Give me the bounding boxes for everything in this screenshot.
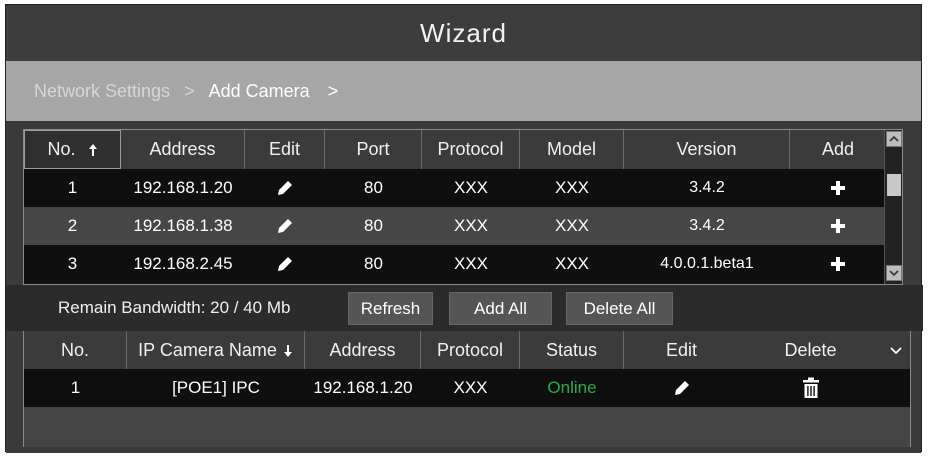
cell-model: XXX (554, 178, 590, 197)
add-camera-panel: No. Address Edit Port Protocol Model Ver… (6, 121, 923, 453)
col-header-edit: Edit (665, 340, 698, 360)
col-header-edit: Edit (245, 130, 325, 169)
breadcrumb-next-separator[interactable]: > (328, 81, 339, 102)
cell-protocol: XXX (453, 254, 489, 273)
scroll-down-icon[interactable] (886, 265, 902, 281)
arrow-up-icon (88, 143, 97, 156)
table-row[interactable]: 2 192.168.1.38 80 XXX XXX 3.4.2 (24, 207, 886, 245)
cell-ip-camera-name: [POE1] IPC (172, 378, 260, 397)
arrow-down-icon (283, 344, 292, 357)
plus-icon[interactable] (790, 207, 886, 245)
cell-protocol: XXX (453, 378, 488, 397)
pencil-icon[interactable] (245, 245, 325, 283)
added-table-header: No. IP Camera Name Address Protocol Stat… (24, 331, 910, 370)
cell-address: 192.168.1.20 (133, 178, 233, 197)
cell-port: 80 (364, 178, 383, 197)
pencil-icon[interactable] (624, 369, 739, 407)
cell-version: 4.0.0.1.beta1 (660, 255, 754, 272)
table-row[interactable]: 1 192.168.1.20 80 XXX XXX 3.4.2 (24, 169, 886, 207)
cell-protocol: XXX (453, 216, 489, 235)
scrollbar-thumb[interactable] (887, 174, 901, 196)
col-header-port[interactable]: Port (325, 130, 422, 169)
cell-port: 80 (364, 254, 383, 273)
col-header-version[interactable]: Version (624, 130, 790, 169)
remain-bandwidth-label: Remain Bandwidth: 20 / 40 Mb (58, 298, 291, 317)
action-bar: Remain Bandwidth: 20 / 40 Mb Refresh Add… (6, 285, 923, 331)
col-header-status[interactable]: Status (520, 331, 624, 370)
cell-protocol: XXX (453, 178, 489, 197)
chevron-down-icon[interactable] (882, 331, 910, 370)
add-all-button[interactable]: Add All (449, 292, 552, 325)
cell-model: XXX (554, 254, 590, 273)
col-header-protocol[interactable]: Protocol (422, 130, 520, 169)
breadcrumb-add-camera[interactable]: Add Camera (209, 81, 310, 102)
col-header-no-label: No. (47, 139, 76, 159)
cell-no: 1 (70, 378, 81, 397)
col-header-protocol[interactable]: Protocol (421, 331, 520, 370)
pencil-icon[interactable] (245, 169, 325, 207)
cell-no: 3 (67, 254, 78, 273)
search-result-table: No. Address Edit Port Protocol Model Ver… (23, 129, 903, 285)
search-table-header: No. Address Edit Port Protocol Model Ver… (24, 130, 886, 169)
window-title: Wizard (420, 17, 507, 48)
plus-icon[interactable] (790, 169, 886, 207)
col-header-ip-camera-name-label: IP Camera Name (138, 340, 277, 360)
col-header-no[interactable]: No. (24, 130, 121, 169)
cell-address: 192.168.2.45 (133, 254, 233, 273)
col-header-address[interactable]: Address (121, 130, 245, 169)
table-row[interactable]: 3 192.168.2.45 80 XXX XXX 4.0.0.1.beta1 (24, 245, 886, 283)
title-bar: Wizard (6, 5, 921, 61)
delete-all-button[interactable]: Delete All (566, 292, 673, 325)
row-spacer (882, 369, 910, 407)
cell-model: XXX (554, 216, 590, 235)
scroll-up-icon[interactable] (886, 131, 902, 147)
empty-row (24, 407, 910, 447)
pencil-icon[interactable] (245, 207, 325, 245)
vertical-scrollbar[interactable] (884, 130, 902, 284)
cell-version: 3.4.2 (689, 217, 725, 234)
breadcrumb-separator: > (184, 80, 195, 101)
col-header-address[interactable]: Address (305, 331, 421, 370)
cell-version: 3.4.2 (689, 179, 725, 196)
cell-no: 2 (67, 216, 78, 235)
breadcrumb: Network Settings > Add Camera > (6, 61, 921, 121)
added-camera-table: No. IP Camera Name Address Protocol Stat… (23, 331, 911, 447)
cell-port: 80 (364, 216, 383, 235)
cell-address: 192.168.1.38 (133, 216, 233, 235)
col-header-add: Add (821, 139, 855, 159)
refresh-button[interactable]: Refresh (348, 292, 433, 325)
status-badge: Online (547, 378, 597, 397)
breadcrumb-network-settings[interactable]: Network Settings (34, 81, 170, 102)
col-header-no[interactable]: No. (24, 331, 127, 370)
col-header-delete: Delete (784, 340, 837, 360)
cell-address: 192.168.1.20 (313, 378, 413, 397)
cell-no: 1 (67, 178, 78, 197)
wizard-window: Wizard Network Settings > Add Camera > N… (5, 4, 923, 453)
plus-icon[interactable] (790, 245, 886, 283)
col-header-model[interactable]: Model (520, 130, 624, 169)
table-row[interactable]: 1 [POE1] IPC 192.168.1.20 XXX Online (24, 369, 910, 407)
trash-icon[interactable] (739, 369, 882, 407)
col-header-ip-camera-name[interactable]: IP Camera Name (127, 331, 305, 370)
